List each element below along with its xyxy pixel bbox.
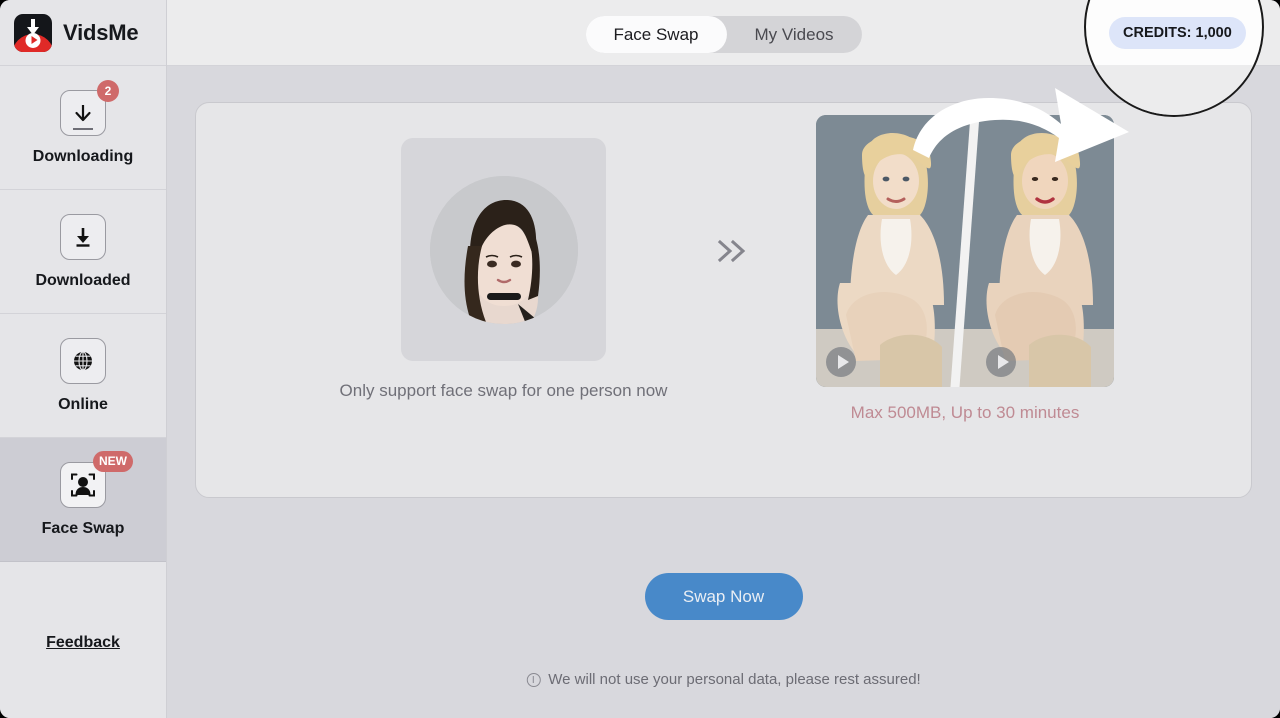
feedback-link[interactable]: Feedback	[46, 634, 120, 652]
face-frame-icon: NEW	[60, 450, 133, 508]
portrait-thumbnail	[429, 175, 578, 324]
download-tray-icon	[60, 213, 106, 260]
swap-now-button[interactable]: Swap Now	[644, 573, 803, 620]
face-slot-caption: Only support face swap for one person no…	[339, 381, 668, 400]
credits-badge[interactable]: CREDITS: 1,000	[1109, 17, 1246, 49]
main-content: Only support face swap for one person no…	[167, 66, 1280, 718]
sidebar-item-downloading[interactable]: 2 Downloading	[0, 66, 166, 190]
video-source-column: Max 500MB, Up to 30 minutes	[816, 115, 1114, 423]
feedback-area: Feedback	[0, 568, 166, 718]
face-source-column: Only support face swap for one person no…	[340, 138, 667, 401]
sidebar-item-label: Downloaded	[35, 271, 131, 289]
swap-setup-card: Only support face swap for one person no…	[195, 102, 1252, 498]
sidebar: VidsMe 2 Downloading Downloaded Online N…	[0, 0, 167, 718]
sidebar-item-label: Face Swap	[41, 519, 125, 537]
brand-header: VidsMe	[0, 0, 166, 66]
sidebar-item-label: Online	[58, 395, 108, 413]
video-upload-slot[interactable]	[816, 115, 1114, 387]
video-slot-caption: Max 500MB, Up to 30 minutes	[850, 403, 1080, 422]
privacy-note: We will not use your personal data, plea…	[526, 671, 921, 688]
sidebar-item-downloaded[interactable]: Downloaded	[0, 190, 166, 314]
progress-dash	[73, 128, 93, 130]
face-upload-slot[interactable]	[401, 138, 606, 361]
globe-icon	[60, 337, 106, 384]
privacy-note-text: We will not use your personal data, plea…	[548, 671, 921, 688]
double-chevron-right-icon	[714, 236, 750, 275]
video-thumbnail-swapped	[965, 115, 1114, 387]
play-icon-original[interactable]	[826, 347, 856, 377]
view-tabs: Face Swap My Videos	[585, 16, 862, 53]
sidebar-item-online[interactable]: Online	[0, 314, 166, 438]
app-window: VidsMe 2 Downloading Downloaded Online N…	[0, 0, 1280, 718]
downloading-count-badge: 2	[97, 79, 119, 102]
info-circle-icon	[526, 672, 541, 687]
tab-my-videos[interactable]: My Videos	[726, 16, 861, 53]
brand-name: VidsMe	[63, 19, 139, 45]
tab-face-swap[interactable]: Face Swap	[585, 16, 727, 53]
vidsme-download-logo-icon	[14, 13, 52, 52]
play-icon-swapped[interactable]	[986, 347, 1016, 377]
sidebar-item-label: Downloading	[32, 147, 134, 165]
face-swap-new-badge: NEW	[93, 450, 133, 472]
sidebar-item-face-swap[interactable]: NEW Face Swap	[0, 438, 166, 562]
